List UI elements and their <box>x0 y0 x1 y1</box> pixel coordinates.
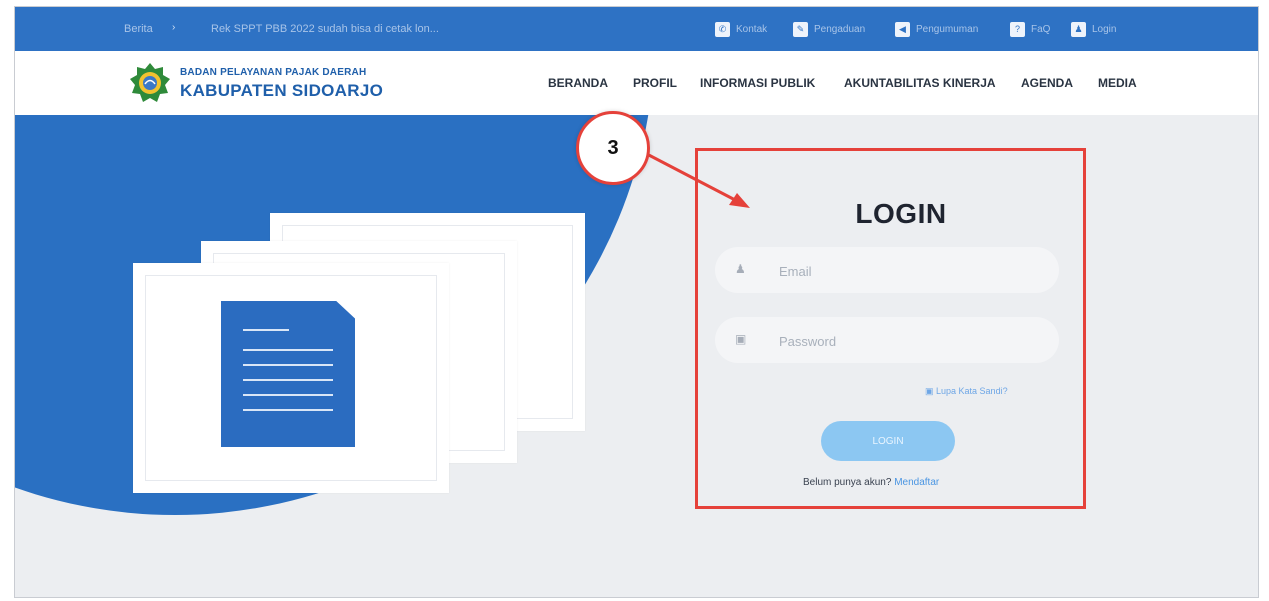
browser-page: Berita › Rek SPPT PBB 2022 sudah bisa di… <box>14 6 1259 598</box>
callout-arrow-icon <box>642 150 750 208</box>
step-number-badge: 3 <box>576 111 650 185</box>
